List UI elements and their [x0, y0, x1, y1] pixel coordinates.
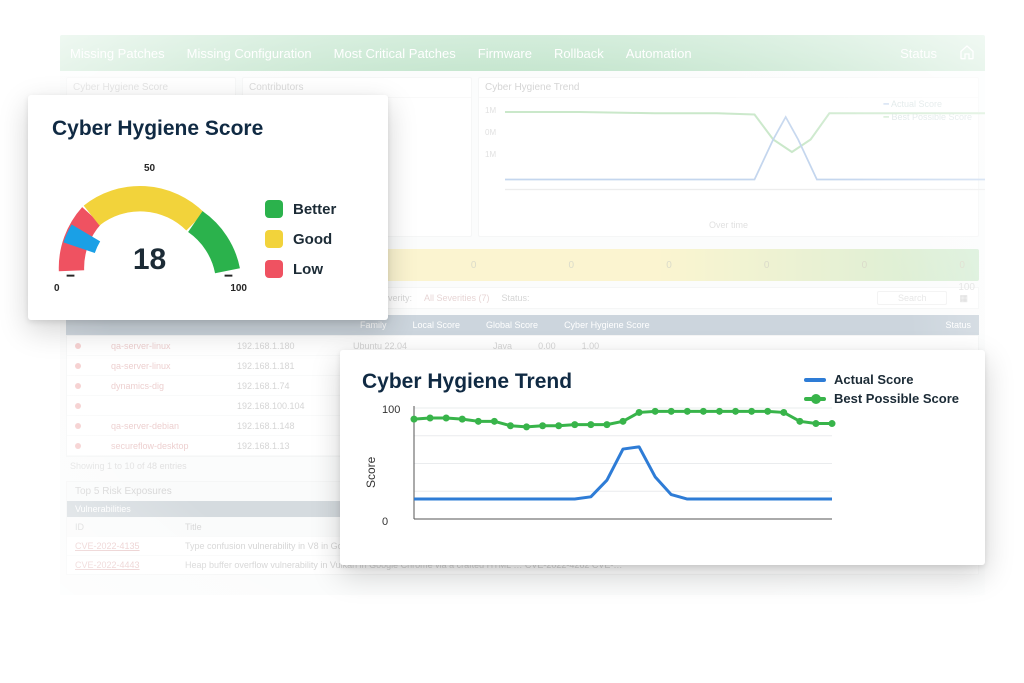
trend-chart: [408, 402, 838, 537]
trend-y-axis-label: Score: [362, 402, 378, 542]
cyber-hygiene-trend-card: Cyber Hygiene Trend Actual Score Best Po…: [340, 350, 985, 565]
nav-item[interactable]: Missing Configuration: [187, 46, 312, 61]
swatch-better: [265, 200, 283, 218]
score-title: Cyber Hygiene Score: [52, 117, 364, 141]
cyber-hygiene-score-card: Cyber Hygiene Score 50 18 0 100 Better G…: [28, 95, 388, 320]
bg-trend-card: Cyber Hygiene Trend ━ Actual Score ━ Bes…: [478, 77, 979, 237]
legend-key-actual: [804, 378, 826, 382]
swatch-low: [265, 260, 283, 278]
top-nav: Missing Patches Missing Configuration Mo…: [60, 35, 985, 71]
search-input[interactable]: Search: [877, 291, 948, 305]
score-gauge: 50 18 0 100: [52, 147, 247, 307]
nav-item[interactable]: Automation: [626, 46, 692, 61]
status-label: Status: [900, 46, 937, 61]
nav-item[interactable]: Rollback: [554, 46, 604, 61]
nav-item[interactable]: Firmware: [478, 46, 532, 61]
nav-item[interactable]: Missing Patches: [70, 46, 165, 61]
settings-icon[interactable]: ▦: [959, 293, 968, 304]
score-legend: Better Good Low: [265, 200, 336, 278]
swatch-good: [265, 230, 283, 248]
legend-key-best: [804, 397, 826, 401]
score-value: 18: [52, 243, 247, 277]
nav-item[interactable]: Most Critical Patches: [334, 46, 456, 61]
home-icon[interactable]: [959, 44, 975, 63]
